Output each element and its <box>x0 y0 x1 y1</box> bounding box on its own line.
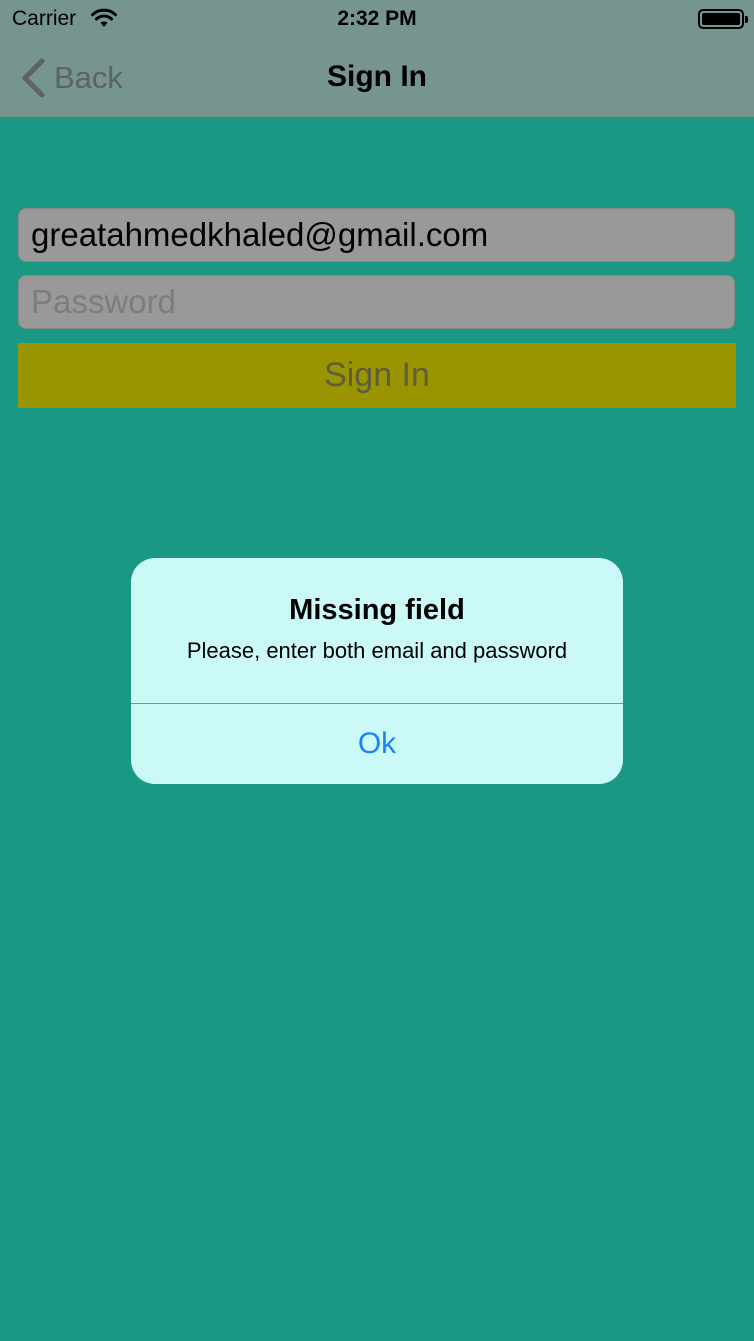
alert-ok-button[interactable]: Ok <box>131 704 623 784</box>
navigation-bar: Back Sign In <box>0 40 754 117</box>
page-title: Sign In <box>327 60 427 93</box>
battery-icon <box>698 9 748 29</box>
password-field[interactable]: Password <box>18 275 735 329</box>
alert-message: Please, enter both email and password <box>186 638 568 663</box>
alert-title: Missing field <box>289 594 465 626</box>
top-bar-area: Carrier 2:32 PM Back Sign In <box>0 0 754 117</box>
status-bar: Carrier 2:32 PM <box>0 0 754 40</box>
status-time: 2:32 PM <box>337 7 417 30</box>
email-field[interactable]: greatahmedkhaled@gmail.com <box>18 208 735 262</box>
alert-dialog: Missing field Please, enter both email a… <box>131 558 623 784</box>
battery-level <box>702 13 740 25</box>
sign-in-button[interactable]: Sign In <box>18 343 736 408</box>
